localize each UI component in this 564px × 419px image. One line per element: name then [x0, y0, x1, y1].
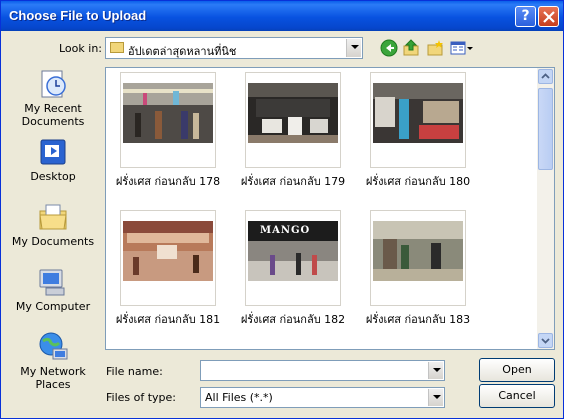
- choose-file-dialog: Choose File to Upload ? Look in: อัปเดตล…: [0, 0, 564, 419]
- scroll-thumb[interactable]: [538, 88, 553, 170]
- scroll-up-button[interactable]: [538, 69, 553, 84]
- photo-thumbnail: [123, 83, 213, 143]
- look-in-value: อัปเดตล่าสุดหลานที่นิช: [128, 45, 237, 58]
- place-label: My Computer: [15, 300, 91, 313]
- cancel-button[interactable]: Cancel: [479, 384, 555, 408]
- file-name-label: File name:: [106, 365, 163, 378]
- back-icon[interactable]: [380, 39, 398, 57]
- close-icon: [543, 11, 555, 23]
- close-button[interactable]: [538, 6, 559, 27]
- my-computer-icon: [39, 269, 65, 296]
- chevron-down-icon[interactable]: [346, 39, 361, 57]
- thumbnail-frame: [370, 210, 466, 306]
- dialog-title: Choose File to Upload: [9, 8, 147, 23]
- place-desktop[interactable]: Desktop: [5, 134, 101, 198]
- desktop-icon: [40, 139, 66, 165]
- file-name-label: ฝรั่งเศส ก่อนกลับ 181: [115, 313, 221, 326]
- chevron-up-icon: [541, 73, 550, 79]
- file-name-label: ฝรั่งเศส ก่อนกลับ 179: [240, 175, 346, 188]
- place-label: My Recent Documents: [21, 102, 85, 128]
- place-label: My Documents: [11, 235, 95, 248]
- place-label: My Network Places: [20, 365, 86, 391]
- place-my-recent-documents[interactable]: My Recent Documents: [5, 66, 101, 130]
- chevron-down-icon[interactable]: [428, 362, 443, 379]
- file-name-field[interactable]: [200, 360, 445, 381]
- chevron-down-icon: [541, 338, 550, 344]
- title-bar[interactable]: Choose File to Upload ?: [1, 1, 563, 31]
- files-of-type-value: All Files (*.*): [205, 391, 273, 404]
- file-name-label: ฝรั่งเศส ก่อนกลับ 182: [240, 313, 346, 326]
- file-list-view[interactable]: ฝรั่งเศส ก่อนกลับ 178 ฝรั่งเศส ก่อนกลับ …: [105, 67, 555, 350]
- network-places-icon: [39, 332, 68, 360]
- photo-thumbnail: [373, 221, 463, 281]
- chevron-down-icon[interactable]: [428, 389, 443, 406]
- thumbnail-frame: MANGO: [245, 210, 341, 306]
- mango-sign-text: MANGO: [260, 225, 311, 236]
- photo-thumbnail: [123, 221, 213, 281]
- file-name-label: ฝรั่งเศส ก่อนกลับ 180: [365, 175, 471, 188]
- photo-thumbnail: [248, 83, 338, 143]
- new-folder-icon[interactable]: [426, 39, 444, 57]
- files-of-type-select[interactable]: All Files (*.*): [200, 387, 445, 408]
- my-documents-icon: [39, 204, 67, 230]
- view-menu-icon[interactable]: [450, 39, 474, 57]
- files-of-type-label: Files of type:: [106, 391, 177, 404]
- place-my-computer[interactable]: My Computer: [5, 264, 101, 328]
- place-label: Desktop: [30, 170, 76, 183]
- look-in-label: Look in:: [59, 42, 102, 55]
- thumbnail-frame: [120, 72, 216, 168]
- photo-thumbnail: [373, 83, 463, 143]
- thumbnail-frame: [245, 72, 341, 168]
- folder-icon: [110, 42, 124, 53]
- thumbnail-frame: [370, 72, 466, 168]
- places-bar: My Recent Documents Desktop My Documents: [5, 66, 101, 396]
- place-my-documents[interactable]: My Documents: [5, 199, 101, 263]
- recent-documents-icon: [41, 70, 66, 98]
- open-button[interactable]: Open: [479, 358, 555, 382]
- up-folder-icon[interactable]: [402, 39, 420, 57]
- look-in-combo[interactable]: อัปเดตล่าสุดหลานที่นิช: [105, 37, 363, 59]
- file-name-label: ฝรั่งเศส ก่อนกลับ 183: [365, 313, 471, 326]
- vertical-scrollbar[interactable]: [537, 68, 554, 349]
- thumbnail-frame: [120, 210, 216, 306]
- help-button[interactable]: ?: [515, 6, 536, 27]
- scroll-down-button[interactable]: [538, 333, 553, 348]
- file-name-label: ฝรั่งเศส ก่อนกลับ 178: [115, 175, 221, 188]
- place-my-network-places[interactable]: My Network Places: [5, 329, 101, 393]
